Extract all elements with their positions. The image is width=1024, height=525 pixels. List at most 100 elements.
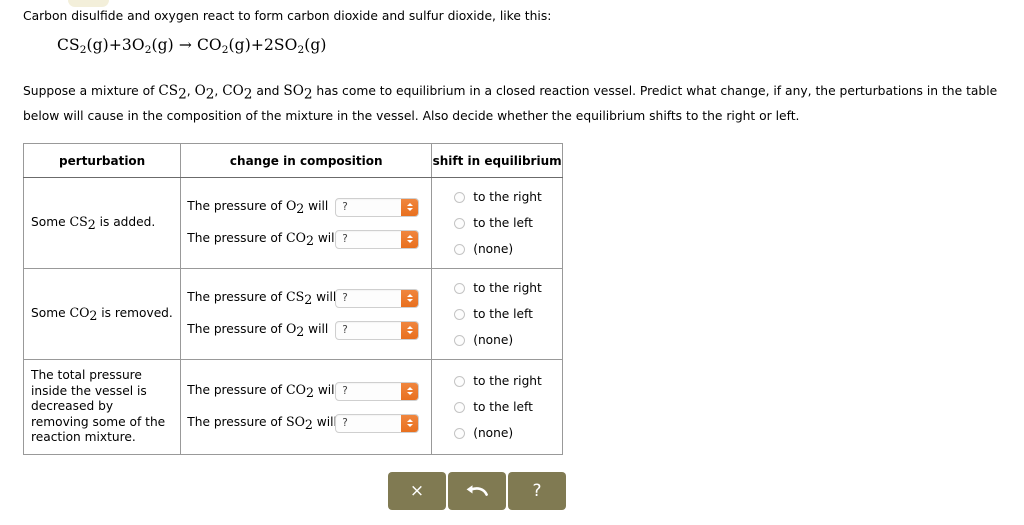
- equation-reactant-2-state: (g): [151, 36, 174, 54]
- chevron-updown-icon[interactable]: [401, 321, 419, 339]
- equation-plus-2: +: [250, 36, 264, 54]
- bottom-toolbar: × ?: [388, 472, 566, 510]
- change-label-species: O: [285, 197, 297, 213]
- change-select-o2-row2[interactable]: ?: [335, 320, 420, 340]
- change-label-species-sub: 2: [305, 233, 314, 249]
- change-row: The pressure of O2 will ?: [187, 314, 427, 346]
- perturbation-suffix: is removed.: [97, 305, 173, 320]
- radio-button-icon[interactable]: [454, 401, 466, 413]
- change-label: The pressure of CO2 will: [187, 381, 338, 401]
- table-header-row: perturbation change in composition shift…: [22, 143, 563, 178]
- undo-arrow-icon: [466, 485, 488, 496]
- equation-reactant-2: O: [131, 36, 145, 54]
- perturbation-cell: Some CS2 is added.: [22, 177, 182, 269]
- radio-label: (none): [473, 242, 514, 256]
- clear-button[interactable]: ×: [388, 472, 446, 510]
- table-body: Some CS2 is added. The pressure of O2 wi…: [22, 177, 563, 455]
- perturbation-prefix: Some: [31, 214, 70, 229]
- radio-label: (none): [473, 426, 514, 440]
- close-icon: ×: [409, 480, 425, 501]
- prompt-sep-3: and: [252, 84, 284, 98]
- radio-option-to-the-left-row1[interactable]: to the left: [454, 210, 562, 236]
- radio-button-icon[interactable]: [454, 217, 466, 229]
- radio-option-to-the-left-row3[interactable]: to the left: [454, 394, 562, 420]
- equation-reactant-2-sub: 2: [144, 43, 152, 56]
- change-label-prefix: The pressure of: [187, 321, 286, 336]
- change-select-so2-row3[interactable]: ?: [335, 413, 420, 433]
- worksheet-page: Carbon disulfide and oxygen react to for…: [0, 0, 1024, 525]
- equation-product-1: CO: [196, 36, 222, 54]
- change-row: The pressure of SO2 will ?: [187, 407, 427, 439]
- radio-label: to the right: [473, 281, 542, 295]
- equation-product-1-state: (g): [228, 36, 251, 54]
- column-header-change: change in composition: [180, 143, 433, 178]
- change-row: The pressure of CS2 will ?: [187, 282, 427, 314]
- change-label-prefix: The pressure of: [187, 382, 286, 397]
- radio-option-none-row2[interactable]: (none): [454, 327, 562, 353]
- intro-sentence: Carbon disulfide and oxygen react to for…: [23, 9, 552, 23]
- change-label-prefix: The pressure of: [187, 289, 286, 304]
- radio-option-to-the-left-row2[interactable]: to the left: [454, 301, 562, 327]
- change-select-o2-row1[interactable]: ?: [335, 197, 420, 217]
- radio-label: to the right: [473, 374, 542, 388]
- shift-cell: to the right to the left (none): [431, 268, 563, 360]
- equation-arrow-icon: →: [178, 36, 192, 54]
- change-select-co2-row3[interactable]: ?: [335, 381, 420, 401]
- change-label-species: O: [285, 320, 297, 336]
- question-mark-icon: ?: [532, 480, 542, 501]
- help-button[interactable]: ?: [508, 472, 566, 510]
- chevron-updown-icon[interactable]: [401, 198, 419, 216]
- radio-option-to-the-right-row1[interactable]: to the right: [454, 184, 562, 210]
- radio-button-icon[interactable]: [454, 427, 466, 439]
- undo-button[interactable]: [448, 472, 506, 510]
- radio-label: (none): [473, 333, 514, 347]
- prompt-species-2: O: [194, 83, 206, 99]
- radio-button-icon[interactable]: [454, 191, 466, 203]
- perturbation-species: CO: [69, 304, 90, 320]
- change-label-species-sub: 2: [305, 385, 314, 401]
- radio-button-icon[interactable]: [454, 243, 466, 255]
- prompt-sep-1: ,: [186, 84, 195, 98]
- radio-option-none-row1[interactable]: (none): [454, 236, 562, 262]
- change-select-cs2-row2[interactable]: ?: [335, 288, 420, 308]
- perturbation-prefix: Some: [31, 305, 70, 320]
- radio-option-to-the-right-row2[interactable]: to the right: [454, 275, 562, 301]
- prompt-species-3: CO: [222, 83, 244, 99]
- change-label-suffix: will: [304, 321, 329, 336]
- chevron-updown-icon[interactable]: [401, 289, 419, 307]
- change-label: The pressure of O2 will: [187, 198, 335, 216]
- radio-button-icon[interactable]: [454, 282, 466, 294]
- radio-option-to-the-right-row3[interactable]: to the right: [454, 368, 562, 394]
- change-label-suffix: will: [304, 198, 329, 213]
- change-label-species: CO: [285, 381, 306, 397]
- equation-product-2-coeff: 2: [263, 36, 274, 54]
- table-row: Some CS2 is added. The pressure of O2 wi…: [22, 177, 563, 269]
- change-select-value: ?: [342, 416, 348, 429]
- change-row: The pressure of CO2 will ?: [187, 223, 427, 255]
- change-label: The pressure of CS2 will: [187, 288, 336, 307]
- radio-button-icon[interactable]: [454, 334, 466, 346]
- change-label-species: CO: [285, 229, 306, 245]
- change-label: The pressure of O2 will: [187, 321, 335, 339]
- change-cell: The pressure of O2 will ? The pressure o…: [180, 177, 433, 269]
- problem-prompt: Suppose a mixture of CS2, O2, CO2 and SO…: [23, 80, 1003, 127]
- radio-label: to the left: [473, 400, 533, 414]
- chevron-updown-icon[interactable]: [401, 382, 419, 400]
- radio-button-icon[interactable]: [454, 308, 466, 320]
- chemical-equation: CS2(g)+3O2(g) → CO2(g)+2SO2(g): [57, 36, 327, 56]
- chevron-updown-icon[interactable]: [401, 414, 419, 432]
- equation-reactant-2-coeff: 3: [121, 36, 132, 54]
- browser-tab-fragment: [68, 0, 109, 7]
- change-select-co2-row1[interactable]: ?: [335, 229, 420, 249]
- table-row: The total pressure inside the vessel is …: [22, 359, 563, 455]
- prompt-species-1: CS: [158, 83, 179, 99]
- change-label-species: CS: [285, 288, 305, 304]
- radio-button-icon[interactable]: [454, 375, 466, 387]
- change-label-suffix: will: [312, 414, 337, 429]
- prompt-part-1: Suppose a mixture of: [23, 84, 159, 98]
- chevron-updown-icon[interactable]: [401, 230, 419, 248]
- column-header-perturbation: perturbation: [22, 143, 182, 178]
- prompt-species-1-sub: 2: [178, 86, 187, 103]
- radio-option-none-row3[interactable]: (none): [454, 420, 562, 446]
- change-cell: The pressure of CS2 will ? The pressure …: [180, 268, 433, 360]
